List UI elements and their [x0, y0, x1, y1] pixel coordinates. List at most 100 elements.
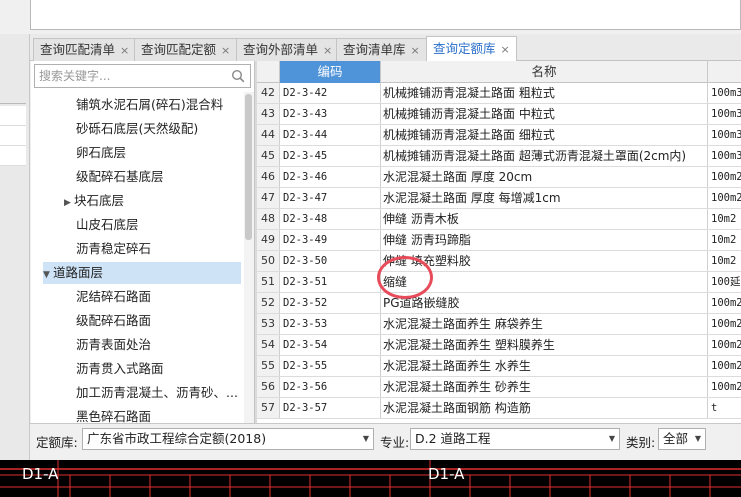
tab-label: 查询清单库 — [343, 42, 406, 57]
tab-quota-library[interactable]: 查询定额库 × — [426, 36, 517, 62]
table-row[interactable]: 48 D2-3-48 伸缝 沥青木板 10m2 — [257, 209, 741, 230]
quota-library-select[interactable]: 广东省市政工程综合定额(2018) ▼ — [82, 428, 374, 450]
row-name: 水泥混凝土路面养生 塑料膜养生 — [381, 335, 708, 355]
tree-item[interactable]: 铺筑水泥石屑(碎石)混合料 — [76, 94, 223, 116]
row-name: 机械摊铺沥青混凝土路面 中粒式 — [381, 104, 708, 124]
tree-item[interactable]: 沥青表面处治 — [76, 334, 151, 356]
row-unit: 10m2 — [711, 255, 737, 267]
table-row[interactable]: 55 D2-3-55 水泥混凝土路面养生 水养生 100m2 — [257, 356, 741, 377]
table-row[interactable]: 56 D2-3-56 水泥混凝土路面养生 砂养生 100m2 — [257, 377, 741, 398]
tree-item[interactable]: 沥青贯入式路面 — [76, 358, 164, 380]
table-row[interactable]: 46 D2-3-46 水泥混凝土路面 厚度 20cm 100m2 — [257, 167, 741, 188]
row-index: 56 — [257, 377, 280, 397]
row-code: D2-3-57 — [280, 398, 381, 418]
row-unit: 100m2 — [711, 171, 741, 183]
category-select[interactable]: 全部 ▼ — [658, 428, 706, 450]
row-index: 54 — [257, 335, 280, 355]
tab-external-bill[interactable]: 查询外部清单 × — [236, 38, 340, 61]
close-icon[interactable]: × — [323, 44, 332, 57]
table-row[interactable]: 42 D2-3-42 机械摊铺沥青混凝土路面 粗粒式 100m3 — [257, 83, 741, 104]
tree-item[interactable]: 级配碎石路面 — [76, 310, 151, 332]
search-input[interactable] — [35, 65, 225, 87]
tab-match-bill[interactable]: 查询匹配清单 × — [33, 38, 137, 61]
row-index: 53 — [257, 314, 280, 334]
row-code: D2-3-42 — [280, 83, 381, 103]
tab-label: 查询匹配定额 — [141, 42, 217, 57]
row-unit: 10m2 — [711, 234, 737, 246]
row-code: D2-3-50 — [280, 251, 381, 271]
side-row[interactable] — [0, 146, 26, 166]
cad-canvas[interactable]: D1-A D1-A — [0, 460, 741, 497]
row-name: 伸缝 沥青木板 — [381, 209, 708, 229]
cad-axis-label-right: D1-A — [428, 465, 465, 483]
tree-item[interactable]: 加工沥青混凝土、沥青砂、... — [76, 382, 238, 404]
table-row[interactable]: 47 D2-3-47 水泥混凝土路面 厚度 每增减1cm 100m2 — [257, 188, 741, 209]
row-name: 水泥混凝土路面养生 麻袋养生 — [381, 314, 708, 334]
tree-item[interactable]: 泥结碎石路面 — [76, 286, 151, 308]
table-row[interactable]: 49 D2-3-49 伸缝 沥青玛蹄脂 10m2 — [257, 230, 741, 251]
row-code: D2-3-43 — [280, 104, 381, 124]
tree-scrollbar[interactable] — [244, 92, 254, 423]
row-unit: 100m3 — [711, 108, 741, 120]
row-unit: 100延 — [711, 276, 741, 288]
table-row[interactable]: 44 D2-3-44 机械摊铺沥青混凝土路面 细粒式 100m3 — [257, 125, 741, 146]
table-row[interactable]: 52 D2-3-52 PG道路嵌缝胶 100m2 — [257, 293, 741, 314]
tree-item[interactable]: 沥青稳定碎石 — [76, 238, 151, 260]
tree-item-label: 泥结碎石路面 — [76, 289, 152, 304]
table-row[interactable]: 54 D2-3-54 水泥混凝土路面养生 塑料膜养生 100m2 — [257, 335, 741, 356]
row-code: D2-3-55 — [280, 356, 381, 376]
table-row[interactable]: 53 D2-3-53 水泥混凝土路面养生 麻袋养生 100m2 — [257, 314, 741, 335]
row-index: 42 — [257, 83, 280, 103]
row-index: 43 — [257, 104, 280, 124]
quota-library-label: 定额库: — [36, 435, 78, 450]
tree-item[interactable]: 卵石底层 — [76, 142, 126, 164]
row-code: D2-3-54 — [280, 335, 381, 355]
side-row[interactable] — [0, 126, 26, 146]
header-code[interactable]: 编码 — [280, 61, 381, 83]
table-row[interactable]: 51 D2-3-51 缩缝 100延 — [257, 272, 741, 293]
major-select[interactable]: D.2 道路工程 ▼ — [410, 428, 620, 450]
row-code: D2-3-56 — [280, 377, 381, 397]
tree-item[interactable]: 砂砾石底层(天然级配) — [76, 118, 198, 140]
scrollbar-thumb[interactable] — [245, 94, 252, 240]
row-unit: 10m2 — [711, 213, 737, 225]
tree-item[interactable]: 级配碎石基底层 — [76, 166, 164, 188]
major-label: 专业: — [380, 435, 410, 450]
close-icon[interactable]: × — [221, 44, 230, 57]
row-name: 机械摊铺沥青混凝土路面 粗粒式 — [381, 83, 708, 103]
row-index: 47 — [257, 188, 280, 208]
chevron-down-icon[interactable]: ▼ — [43, 264, 53, 286]
grid-header: 编码 名称 — [257, 61, 741, 83]
tree-item-label: 卵石底层 — [76, 145, 127, 160]
tree-item[interactable]: ▶ 块石底层 — [64, 190, 124, 212]
tab-match-quota[interactable]: 查询匹配定额 × — [134, 38, 238, 61]
row-name: 缩缝 — [381, 272, 708, 292]
search-icon[interactable] — [231, 69, 245, 83]
close-icon[interactable]: × — [411, 44, 420, 57]
table-row[interactable]: 43 D2-3-43 机械摊铺沥青混凝土路面 中粒式 100m3 — [257, 104, 741, 125]
row-name: 机械摊铺沥青混凝土路面 细粒式 — [381, 125, 708, 145]
side-row[interactable] — [0, 106, 26, 126]
chevron-right-icon[interactable]: ▶ — [64, 192, 74, 214]
row-code: D2-3-49 — [280, 230, 381, 250]
close-icon[interactable]: × — [501, 43, 510, 56]
cad-axis-label-left: D1-A — [22, 465, 59, 483]
table-row[interactable]: 45 D2-3-45 机械摊铺沥青混凝土路面 超薄式沥青混凝土罩面(2cm内) 100… — [257, 146, 741, 167]
table-row[interactable]: 57 D2-3-57 水泥混凝土路面钢筋 构造筋 t — [257, 398, 741, 419]
row-code: D2-3-46 — [280, 167, 381, 187]
tree-item-label: 山皮石底层 — [76, 217, 139, 232]
close-icon[interactable]: × — [120, 44, 129, 57]
row-code: D2-3-52 — [280, 293, 381, 313]
row-code: D2-3-51 — [280, 272, 381, 292]
row-index: 46 — [257, 167, 280, 187]
table-row[interactable]: 50 D2-3-50 伸缝 填充塑料胶 10m2 — [257, 251, 741, 272]
header-name[interactable]: 名称 — [381, 61, 708, 83]
tab-label: 查询匹配清单 — [40, 42, 116, 57]
row-unit: 100m2 — [711, 339, 741, 351]
header-unit[interactable] — [708, 61, 741, 83]
tree-panel: 铺筑水泥石屑(碎石)混合料 砂砾石底层(天然级配) 卵石底层 级配碎石基底层 ▶… — [31, 61, 255, 423]
tree-item[interactable]: 山皮石底层 — [76, 214, 139, 236]
tree-item[interactable]: 黑色碎石路面 — [76, 406, 151, 423]
tree-item-road-surface[interactable]: ▼ 道路面层 — [43, 262, 241, 284]
tab-bill-library[interactable]: 查询清单库 × — [336, 38, 427, 61]
